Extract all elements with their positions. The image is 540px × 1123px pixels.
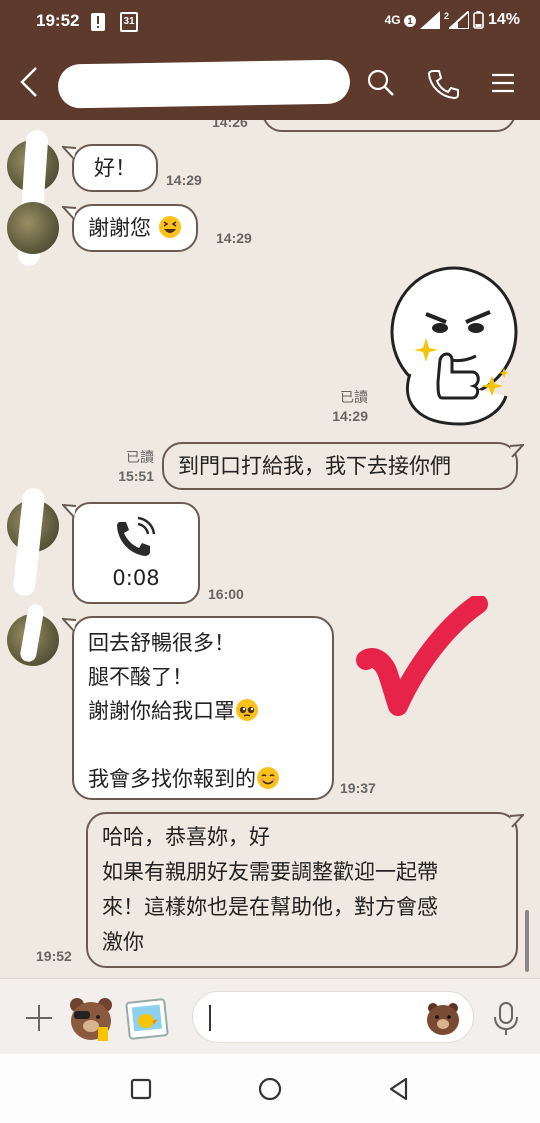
message-text: 謝謝您	[88, 216, 151, 240]
read-receipt: 已讀 14:29	[332, 389, 368, 424]
bubble-tail	[62, 504, 76, 518]
status-time: 19:52	[36, 11, 80, 30]
message-input[interactable]	[192, 991, 474, 1043]
message-line: 我會多找你報到的	[88, 762, 318, 796]
calendar-icon: 31	[120, 12, 138, 32]
phone-call-icon	[117, 516, 156, 556]
smiling-face-emoji	[257, 767, 279, 789]
message-line: 激你	[102, 930, 144, 954]
battery-icon	[473, 11, 484, 29]
sticker-icon[interactable]	[425, 1000, 461, 1036]
home-icon[interactable]	[257, 1076, 283, 1102]
recent-apps-icon[interactable]	[128, 1076, 154, 1102]
scrollbar-thumb[interactable]	[525, 910, 529, 972]
message-text: 到門口打給我，我下去接你們	[178, 454, 451, 478]
message-time: 19:52	[36, 948, 72, 964]
grinning-squint-emoji	[158, 216, 181, 238]
message-line: 來！這樣妳也是在幫助他，對方會感	[102, 895, 438, 919]
signal-icon	[419, 11, 440, 29]
navigation-bar	[0, 1054, 540, 1123]
chat-header	[0, 44, 540, 120]
message-line: 謝謝你給我口罩	[88, 694, 318, 728]
chat-area[interactable]: 14:26 好！ 14:29 謝謝您 14:29 已讀 14:29 已讀 15:…	[0, 120, 540, 978]
message-time: 16:00	[208, 586, 244, 602]
message-line: 腿不酸了！	[88, 665, 193, 689]
read-receipt: 已讀 15:51	[118, 449, 154, 484]
message-bubble[interactable]: 到門口打給我，我下去接你們	[162, 442, 518, 490]
call-duration: 0:08	[112, 566, 160, 590]
alert-notification-icon	[91, 13, 105, 31]
check-mark-annotation	[356, 596, 488, 716]
sticker-bear-icon[interactable]	[66, 993, 116, 1043]
bubble-tail	[510, 814, 524, 828]
message-time: 14:26	[212, 120, 248, 130]
input-bar	[0, 978, 540, 1054]
network-type: 4G 1	[385, 13, 416, 27]
bubble-tail	[62, 618, 76, 632]
message-bubble[interactable]: 回去舒暢很多！ 腿不酸了！ 謝謝你給我口罩 我會多找你報到的	[72, 616, 334, 800]
avatar[interactable]	[7, 202, 59, 254]
photo-icon[interactable]	[124, 997, 170, 1041]
moon-thumbs-up-sticker[interactable]	[380, 264, 524, 426]
status-bar: 19:52 31 4G 1 2 14%	[0, 0, 540, 44]
calendar-day: 31	[123, 16, 135, 27]
message-line: 如果有親朋好友需要調整歡迎一起帶	[102, 860, 438, 884]
bubble-tail	[62, 206, 76, 220]
menu-icon[interactable]	[486, 66, 520, 100]
message-bubble[interactable]: 哈哈，恭喜妳，好 如果有親朋好友需要調整歡迎一起帶 來！這樣妳也是在幫助他，對方…	[86, 812, 518, 968]
signal-2-icon	[448, 11, 469, 29]
sim-badge: 1	[403, 15, 416, 27]
message-time: 14:29	[216, 230, 252, 246]
battery-level: 14%	[487, 11, 520, 28]
back-icon[interactable]	[14, 64, 44, 100]
redaction-scribble	[57, 59, 351, 109]
message-line	[88, 728, 318, 762]
plus-icon[interactable]	[22, 1001, 56, 1035]
bubble-tail	[510, 444, 524, 458]
pleading-face-emoji	[236, 699, 258, 721]
microphone-icon[interactable]	[488, 999, 524, 1037]
status-right: 4G 1 2 14%	[385, 11, 520, 29]
call-bubble[interactable]: 0:08	[72, 502, 200, 604]
message-bubble[interactable]: 謝謝您	[72, 204, 198, 252]
back-nav-icon[interactable]	[386, 1076, 412, 1102]
search-icon[interactable]	[364, 66, 398, 100]
bubble-tail	[62, 146, 76, 160]
text-caret	[209, 1005, 211, 1031]
message-text: 好！	[94, 156, 136, 180]
message-time: 19:37	[340, 780, 376, 796]
message-bubble-partial	[262, 120, 516, 132]
message-bubble[interactable]: 好！	[72, 144, 158, 192]
message-time: 14:29	[166, 172, 202, 188]
message-line: 哈哈，恭喜妳，好	[102, 825, 270, 849]
phone-call-icon[interactable]	[426, 66, 460, 100]
message-line: 回去舒暢很多！	[88, 631, 235, 655]
